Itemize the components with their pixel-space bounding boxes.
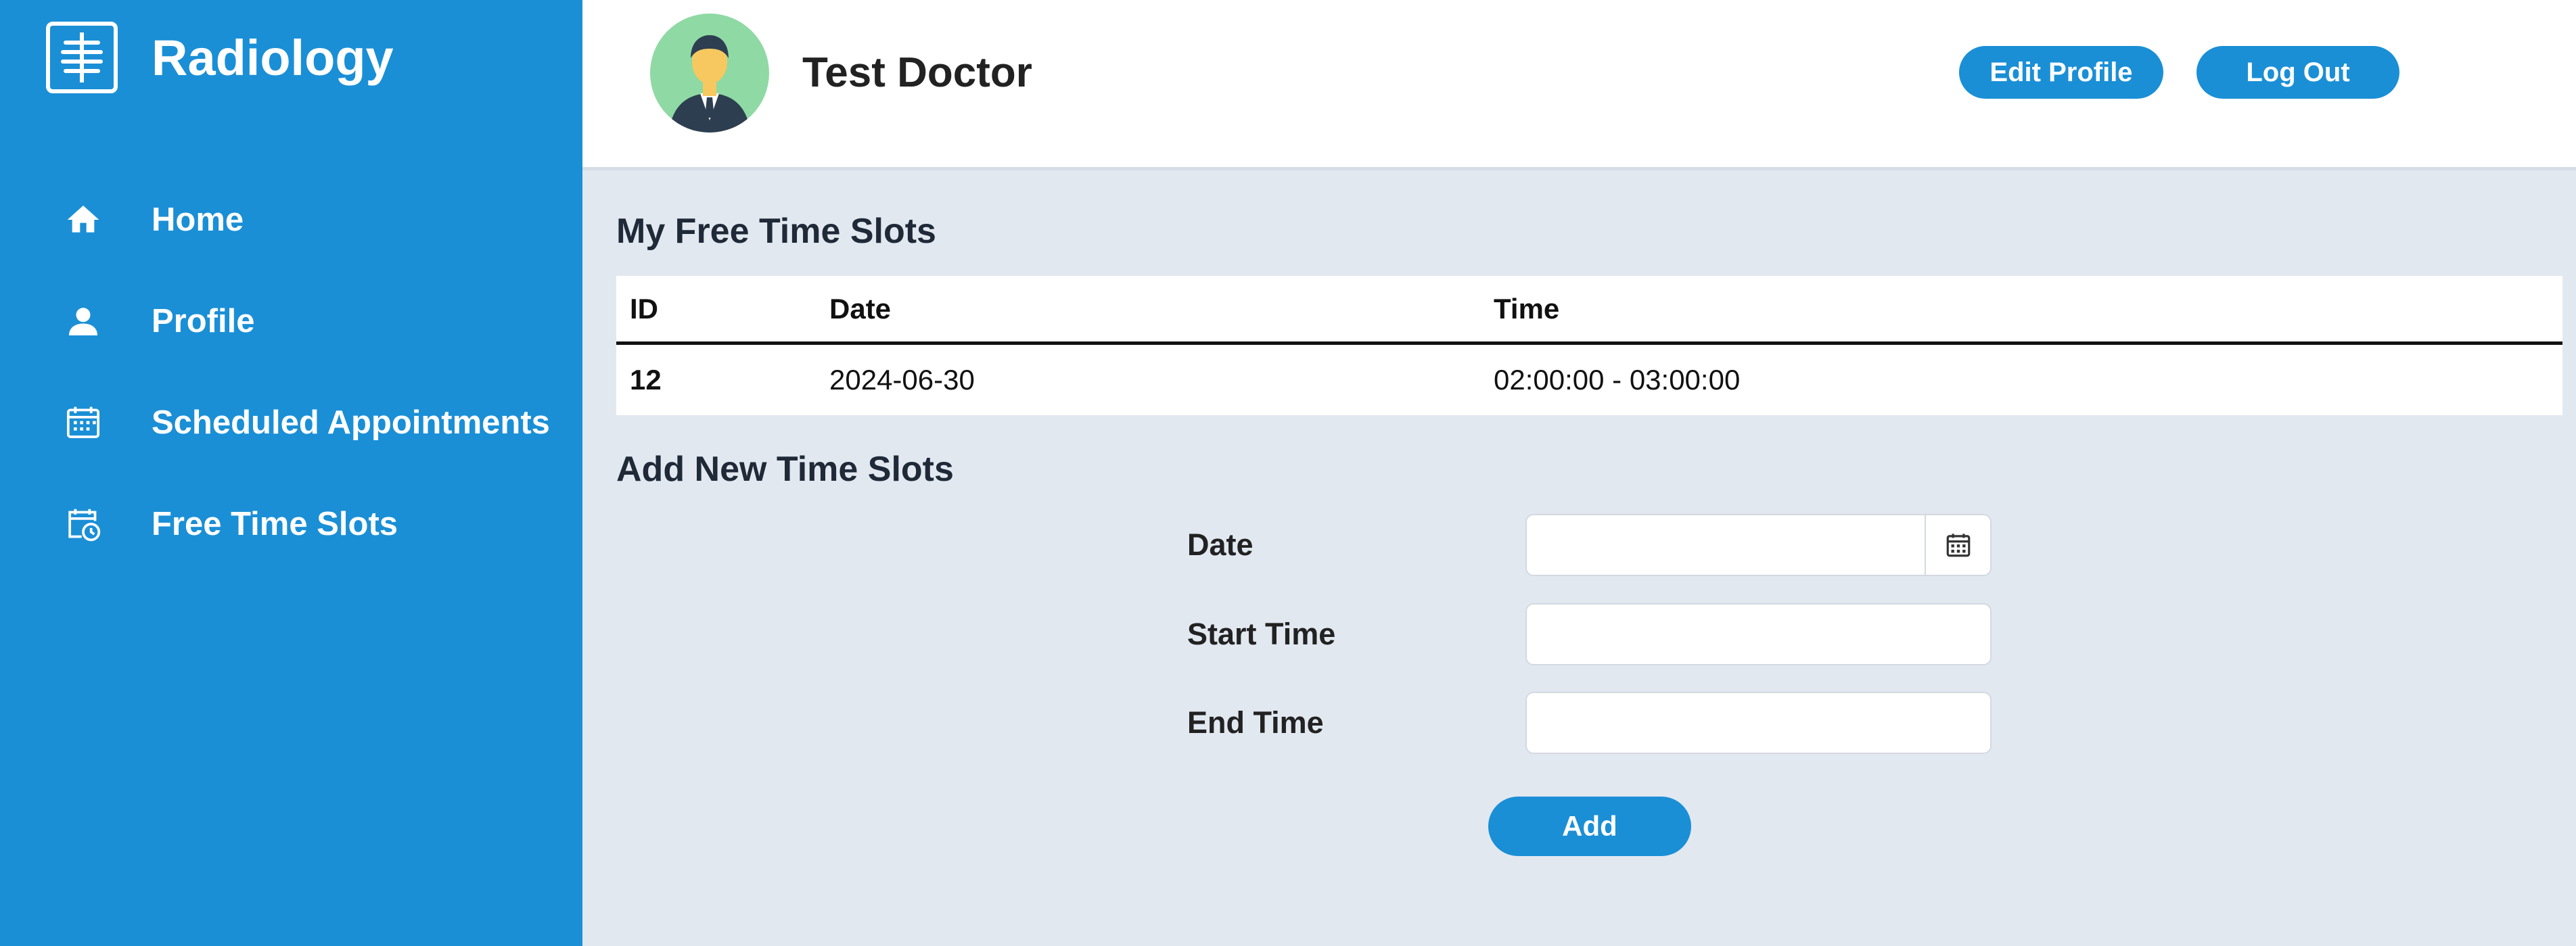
home-icon bbox=[62, 199, 104, 241]
sidebar-item-home[interactable]: Home bbox=[0, 169, 582, 270]
sidebar-item-label: Free Time Slots bbox=[152, 506, 398, 542]
brand-name: Radiology bbox=[152, 29, 394, 86]
sidebar-item-profile[interactable]: Profile bbox=[0, 270, 582, 372]
doctor-avatar-icon bbox=[669, 35, 750, 133]
brand[interactable]: Radiology bbox=[46, 20, 394, 95]
doctor-name: Test Doctor bbox=[802, 49, 1032, 96]
add-time-slots-title: Add New Time Slots bbox=[616, 450, 954, 489]
column-header-time: Time bbox=[1494, 292, 1560, 325]
start-time-field[interactable] bbox=[1525, 603, 1992, 665]
xray-icon bbox=[46, 22, 118, 93]
sidebar-item-free-time-slots[interactable]: Free Time Slots bbox=[0, 473, 582, 575]
edit-profile-button[interactable]: Edit Profile bbox=[1959, 46, 2163, 99]
time-slots-table: ID Date Time 12 2024-06-30 02:00:00 - 03… bbox=[616, 276, 2562, 415]
date-field[interactable] bbox=[1525, 514, 1926, 576]
calendar-icon bbox=[62, 402, 104, 444]
user-icon bbox=[62, 300, 104, 342]
slot-date: 2024-06-30 bbox=[829, 364, 975, 396]
avatar bbox=[650, 14, 769, 133]
sidebar: Radiology Home Profile Scheduled Appoint… bbox=[0, 0, 582, 946]
sidebar-item-label: Home bbox=[152, 202, 244, 238]
column-header-date: Date bbox=[829, 292, 892, 325]
sidebar-nav: Home Profile Scheduled Appointments Free… bbox=[0, 169, 582, 575]
log-out-button[interactable]: Log Out bbox=[2196, 46, 2399, 99]
free-time-slots-title: My Free Time Slots bbox=[616, 212, 936, 251]
table-row: 12 2024-06-30 02:00:00 - 03:00:00 bbox=[616, 345, 2562, 415]
slot-id: 12 bbox=[630, 364, 662, 396]
add-button[interactable]: Add bbox=[1488, 797, 1691, 856]
top-header: Test Doctor Edit Profile Log Out bbox=[582, 0, 2576, 170]
column-header-id: ID bbox=[630, 292, 658, 325]
start-time-label: Start Time bbox=[1187, 617, 1336, 651]
end-time-label: End Time bbox=[1187, 705, 1324, 740]
end-time-field[interactable] bbox=[1525, 692, 1992, 754]
sidebar-item-label: Scheduled Appointments bbox=[152, 404, 550, 441]
date-label: Date bbox=[1187, 527, 1254, 562]
sidebar-item-scheduled-appointments[interactable]: Scheduled Appointments bbox=[0, 372, 582, 473]
slot-time: 02:00:00 - 03:00:00 bbox=[1494, 364, 1741, 396]
calendar-icon bbox=[1946, 534, 1970, 557]
sidebar-item-label: Profile bbox=[152, 303, 255, 339]
date-picker-button[interactable] bbox=[1925, 514, 1992, 576]
table-header-row: ID Date Time bbox=[616, 276, 2562, 345]
calendar-clock-icon bbox=[62, 503, 104, 545]
